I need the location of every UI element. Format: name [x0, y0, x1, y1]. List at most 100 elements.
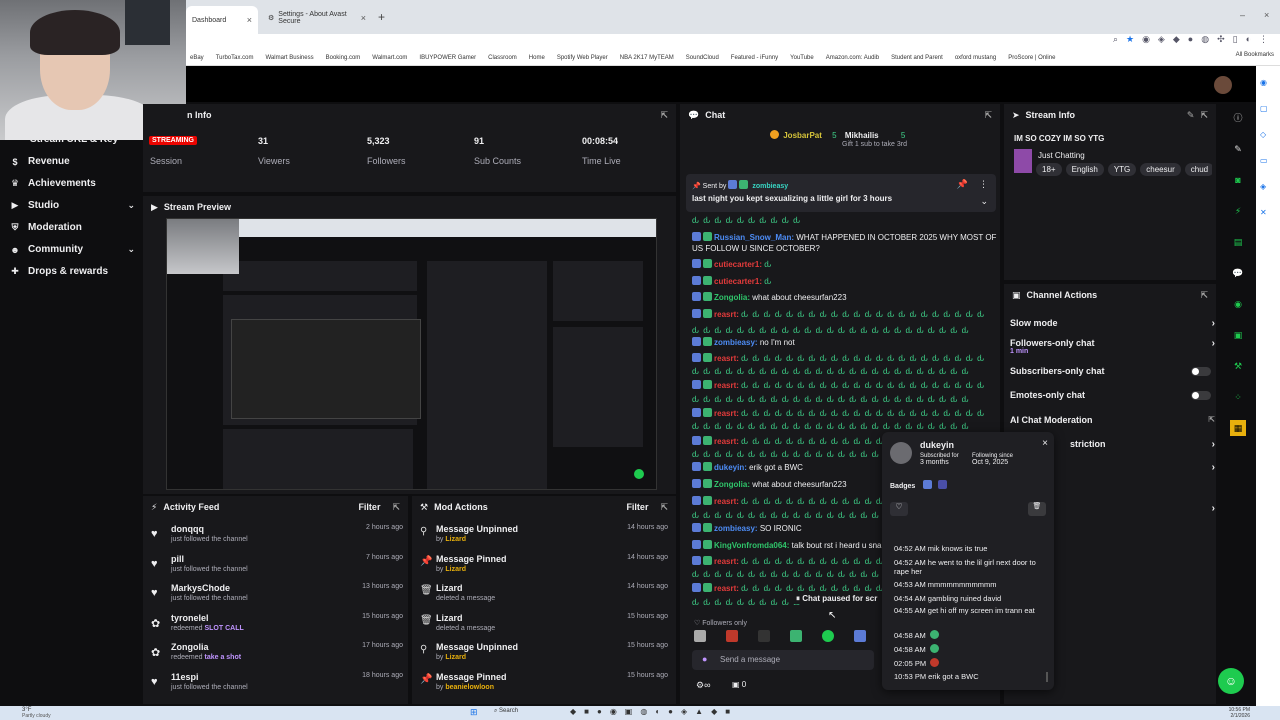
channel-action-subscribers-only-chat[interactable]: Subscribers-only chat	[1010, 366, 1215, 376]
moderator-name[interactable]: Lizard	[445, 566, 466, 573]
chat-username[interactable]: cutiecarter1:	[714, 260, 762, 269]
address-bar[interactable]	[0, 34, 1280, 50]
bookmark-link[interactable]: Booking.com	[326, 55, 361, 61]
lightning-icon[interactable]: ⚡	[1230, 203, 1246, 219]
channel-action-slow-mode[interactable]: Slow mode ›	[1010, 318, 1215, 329]
sidebar-item-revenue[interactable]: $ Revenue	[10, 156, 135, 167]
bookmark-link[interactable]: Amazon.com: Audib	[826, 55, 879, 61]
sidebar-icon[interactable]: ▯	[1233, 34, 1238, 45]
list-item[interactable]: ♥ pill just followed the channel 7 hours a…	[143, 552, 403, 580]
feed-user-name[interactable]: tyronelel	[171, 613, 209, 623]
extension-icon[interactable]: ◍	[1201, 34, 1209, 45]
bookmark-link[interactable]: Student and Parent	[891, 55, 943, 61]
chat-username[interactable]: reasrt:	[714, 557, 739, 566]
moderator-name[interactable]: beanielowloon	[445, 684, 494, 691]
filter-button[interactable]: Filter	[358, 502, 380, 512]
feed-user-name[interactable]: 11espi	[171, 672, 199, 682]
chat-message[interactable]: ԃ ԃ ԃ ԃ ԃ ԃ ԃ ԃ ԃ ԃ	[692, 215, 1002, 226]
feed-user-name[interactable]: MarkysChode	[171, 583, 230, 593]
extension-icon[interactable]: ◉	[1260, 70, 1268, 96]
list-item[interactable]: ⚲ Message Unpinned by Lizard 14 hours ago	[412, 522, 668, 550]
emote-icon[interactable]	[694, 630, 706, 642]
bookmark-link[interactable]: oxford mustang	[955, 55, 996, 61]
chat-username[interactable]: Russian_Snow_Man:	[714, 233, 794, 242]
stream-preview-video[interactable]	[166, 218, 657, 490]
all-bookmarks[interactable]: All Bookmarks	[1236, 52, 1274, 58]
sidebar-item-moderation[interactable]: ⛨ Moderation	[10, 222, 135, 233]
tag[interactable]: YTG	[1107, 163, 1137, 176]
moderator-name[interactable]: Lizard	[445, 536, 466, 543]
extension-icon[interactable]: ▭	[1260, 148, 1268, 174]
chat-message[interactable]: Zongolia: what about cheesurfan223	[692, 292, 1002, 303]
popout-icon[interactable]: ⇱	[1208, 415, 1215, 424]
chat-message[interactable]: cutiecarter1: ԃ	[692, 276, 1002, 287]
bookmark-link[interactable]: Spotify Web Player	[557, 55, 608, 61]
info-icon[interactable]: ⓘ	[1230, 110, 1246, 126]
popout-icon[interactable]: ⇱	[984, 110, 992, 121]
bookmark-link[interactable]: YouTube	[790, 55, 814, 61]
chat-username[interactable]: reasrt:	[714, 584, 739, 593]
chat-message[interactable]: reasrt: ԃ ԃ ԃ ԃ ԃ ԃ ԃ ԃ ԃ ԃ ԃ ԃ ԃ ԃ ԃ ԃ …	[692, 380, 1002, 391]
extension-icon[interactable]: ◉	[1142, 34, 1150, 45]
filter-button[interactable]: Filter	[626, 502, 648, 512]
close-window-icon[interactable]: ×	[1264, 10, 1269, 20]
star-icon[interactable]: ★	[1126, 34, 1134, 45]
database-icon[interactable]: ▤	[1230, 234, 1246, 250]
feed-user-name[interactable]: donqqq	[171, 524, 204, 534]
taskbar-app-icons[interactable]: ◆■●◉▣◍◐●◈▲◆■	[570, 707, 738, 716]
zoom-icon[interactable]: ⌕	[1113, 34, 1118, 45]
feed-user-name[interactable]: pill	[171, 554, 184, 564]
close-icon[interactable]: ×	[1042, 438, 1048, 449]
chat-username[interactable]: reasrt:	[714, 437, 739, 446]
chat-message[interactable]: zombieasy: no I'm not	[692, 337, 1002, 348]
bookmark-link[interactable]: Classroom	[488, 55, 517, 61]
taskbar-search[interactable]: ⌕ Search	[494, 708, 518, 715]
extension-icon[interactable]: ✕	[1260, 200, 1268, 226]
emote-icon[interactable]	[726, 630, 738, 642]
emote-icon[interactable]	[822, 630, 834, 642]
windows-start-icon[interactable]: ⊞	[470, 707, 478, 718]
chat-username[interactable]: Zongolia:	[714, 480, 750, 489]
extension-icon[interactable]: ▢	[1260, 96, 1268, 122]
emote-icon[interactable]	[854, 630, 866, 642]
sidebar-item-community[interactable]: ☻ Community ⌄	[10, 244, 135, 255]
extension-icon[interactable]: ◈	[1260, 174, 1268, 200]
list-item[interactable]: 🗑 Lizard deleted a message 14 hours ago	[412, 581, 668, 609]
bookmark-link[interactable]: SoundCloud	[686, 55, 719, 61]
bookmark-link[interactable]: Home	[529, 55, 545, 61]
wrench-icon[interactable]: ⚒	[1230, 358, 1246, 374]
tag[interactable]: cheesur	[1140, 163, 1181, 176]
channel-action-ai-chat-moderation[interactable]: AI Chat Moderation ⇱	[1010, 415, 1215, 425]
chat-username[interactable]: dukeyin:	[714, 463, 747, 472]
extension-icon[interactable]: ●	[1188, 34, 1193, 45]
toggle-switch[interactable]	[1191, 367, 1211, 376]
tag[interactable]: chud	[1184, 163, 1212, 176]
trash-button[interactable]: 🗑	[1028, 502, 1046, 516]
channel-action-followers-only-chat[interactable]: Followers-only chat 1 min ›	[1010, 338, 1215, 355]
hype-train-banner[interactable]: JosbarPat 5 Mikhailis 5 Gift 1 sub to ta…	[770, 130, 907, 148]
chat-message[interactable]: cutiecarter1: ԃ	[692, 259, 1002, 270]
chat-username[interactable]: zombieasy:	[714, 524, 758, 533]
list-item[interactable]: ✿ Zongolia redeemed take a shot 17 hours ag…	[143, 640, 403, 668]
emote-icon[interactable]	[758, 630, 770, 642]
chat-icon[interactable]: 💬	[1230, 265, 1246, 281]
chat-username[interactable]: reasrt:	[714, 354, 739, 363]
bookmark-link[interactable]: NBA 2K17 MyTEAM	[620, 55, 674, 61]
profile-icon[interactable]: ◐	[1246, 34, 1251, 45]
chat-message[interactable]: reasrt: ԃ ԃ ԃ ԃ ԃ ԃ ԃ ԃ ԃ ԃ ԃ ԃ ԃ ԃ ԃ ԃ …	[692, 353, 1002, 364]
puzzle-icon[interactable]: ✣	[1217, 34, 1225, 45]
channel-points[interactable]: ▣ 0	[732, 680, 746, 689]
popout-icon[interactable]: ⇱	[1200, 110, 1208, 121]
list-item[interactable]: ♥ donqqq just followed the channel 2 hours…	[143, 522, 403, 550]
pinned-message[interactable]: 📌 Sent by zombieasy last night you kept …	[686, 174, 996, 212]
extension-icon[interactable]: ◆	[1173, 34, 1180, 45]
menu-icon[interactable]: ⋮	[1259, 34, 1268, 45]
list-item[interactable]: ♥ MarkysChode just followed the channel 13…	[143, 581, 403, 609]
sidebar-item-drops[interactable]: ✚ Drops & rewards	[10, 266, 135, 277]
list-item[interactable]: 📌 Message Pinned by Lizard 14 hours ago	[412, 552, 668, 580]
chat-username[interactable]: KingVonfromda064:	[714, 541, 789, 550]
popout-icon[interactable]: ⇱	[392, 502, 400, 513]
chat-username[interactable]: reasrt:	[714, 409, 739, 418]
chevron-down-icon[interactable]: ⌄	[980, 196, 988, 207]
people-icon[interactable]: ⁘	[1230, 389, 1246, 405]
